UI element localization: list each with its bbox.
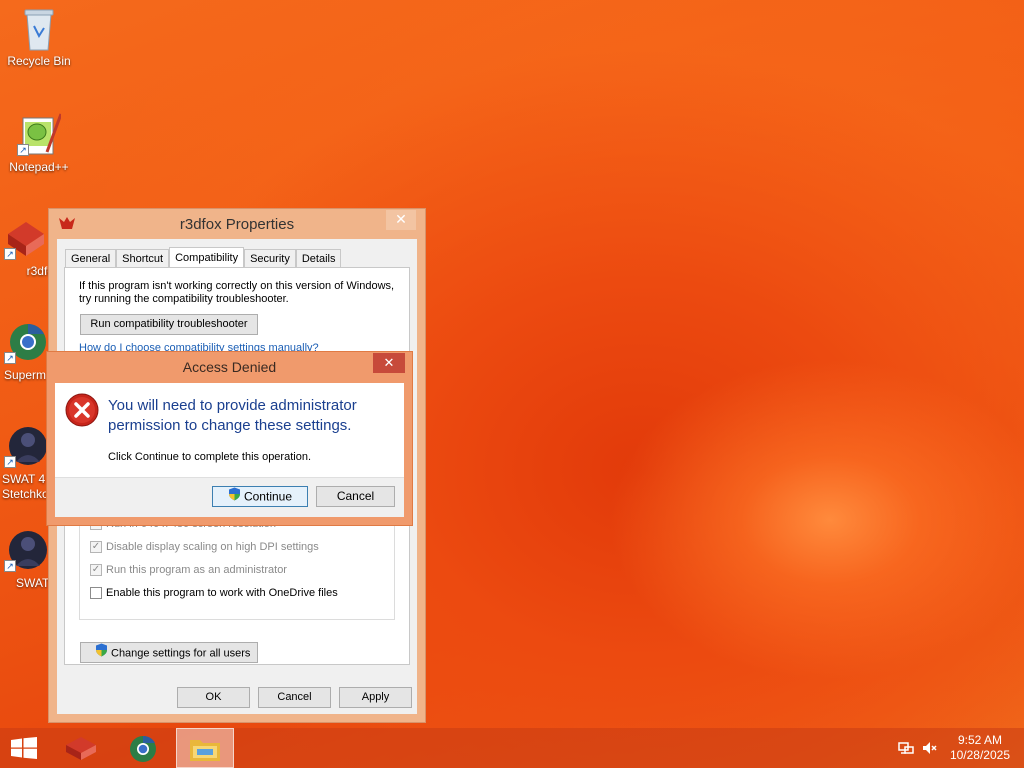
change-settings-all-users-label: Change settings for all users [111, 647, 251, 660]
taskbar: 9:52 AM 10/28/2025 [0, 728, 1024, 768]
option-onedrive-checkbox[interactable] [90, 587, 102, 599]
notepad-plus-plus-icon: ↗ [17, 112, 63, 156]
access-denied-cancel-button[interactable]: Cancel [316, 486, 395, 507]
properties-titlebar[interactable]: r3dfox Properties ✕ [49, 209, 425, 239]
close-icon: ✕ [395, 211, 407, 227]
recycle-bin-icon [17, 6, 61, 51]
properties-title: r3dfox Properties [179, 216, 295, 233]
option-onedrive[interactable]: Enable this program to work with OneDriv… [90, 587, 338, 599]
desktop-icon-label: Notepad++ [9, 160, 69, 174]
taskbar-r3dfox[interactable] [52, 728, 110, 768]
network-icon[interactable] [898, 741, 914, 758]
option-disable-dpi-scaling[interactable]: ✓ Disable display scaling on high DPI se… [90, 541, 319, 553]
tab-security[interactable]: Security [244, 249, 296, 268]
compatibility-info-text: If this program isn't working correctly … [79, 280, 395, 305]
apply-button[interactable]: Apply [339, 687, 412, 708]
tab-compatibility[interactable]: Compatibility [169, 247, 245, 268]
run-troubleshooter-button[interactable]: Run compatibility troubleshooter [80, 314, 258, 335]
option-disable-dpi-scaling-label: Disable display scaling on high DPI sett… [106, 541, 319, 553]
taskbar-file-explorer[interactable] [176, 728, 234, 768]
supermium-icon: ↗ [4, 320, 48, 364]
properties-close-button[interactable]: ✕ [386, 210, 416, 230]
option-onedrive-label: Enable this program to work with OneDriv… [106, 587, 338, 599]
uac-shield-icon [95, 643, 108, 664]
continue-button-label: Continue [243, 489, 293, 504]
swat-icon: ↗ [4, 528, 48, 572]
access-denied-title: Access Denied [182, 359, 277, 375]
r3dfox-icon [66, 737, 96, 760]
uac-shield-icon [228, 487, 241, 508]
access-denied-dialog: Access Denied ✕ You will need to provide… [46, 351, 413, 526]
taskbar-supermium[interactable] [114, 728, 172, 768]
change-settings-all-users-button[interactable]: Change settings for all users [80, 642, 258, 663]
properties-tab-strip: General Shortcut Compatibility Security … [65, 247, 342, 268]
cancel-button[interactable]: Cancel [258, 687, 331, 708]
close-icon: ✕ [383, 355, 395, 370]
taskbar-clock[interactable]: 9:52 AM 10/28/2025 [950, 733, 1010, 763]
access-denied-client-area: You will need to provide administrator p… [55, 383, 404, 517]
swat-4-icon: ↗ [4, 424, 48, 468]
tab-shortcut[interactable]: Shortcut [116, 249, 170, 268]
desktop-icon-label: Recycle Bin [7, 54, 71, 68]
ok-button[interactable]: OK [177, 687, 250, 708]
shortcut-arrow-icon: ↗ [4, 352, 16, 364]
folder-icon [190, 740, 220, 761]
access-denied-sub-instruction: Click Continue to complete this operatio… [108, 451, 311, 463]
volume-muted-icon[interactable] [922, 741, 938, 758]
access-denied-footer: Continue Cancel [55, 477, 404, 517]
option-run-as-admin-label: Run this program as an administrator [106, 564, 287, 576]
access-denied-close-button[interactable]: ✕ [373, 353, 405, 373]
option-run-as-admin[interactable]: ✓ Run this program as an administrator [90, 564, 287, 576]
desktop-icon-recycle-bin[interactable]: Recycle Bin [1, 6, 77, 68]
clock-date: 10/28/2025 [949, 748, 1010, 762]
shortcut-arrow-icon: ↗ [4, 248, 16, 260]
error-icon [65, 393, 99, 430]
shortcut-arrow-icon: ↗ [4, 560, 16, 572]
start-button[interactable] [0, 728, 48, 768]
access-denied-main-instruction: You will need to provide administrator p… [108, 397, 357, 434]
supermium-icon [130, 735, 156, 762]
option-disable-dpi-scaling-checkbox[interactable]: ✓ [90, 541, 102, 553]
tab-general[interactable]: General [65, 249, 117, 268]
clock-time: 9:52 AM [957, 733, 1002, 747]
shortcut-arrow-icon: ↗ [17, 144, 29, 156]
shortcut-arrow-icon: ↗ [4, 456, 16, 468]
option-run-as-admin-checkbox[interactable]: ✓ [90, 564, 102, 576]
windows-logo-icon [11, 737, 37, 759]
desktop-icon-notepad-plus-plus[interactable]: ↗ Notepad++ [1, 112, 77, 174]
settings-group-box: Run in 640 x 480 screen resolution ✓ Dis… [79, 518, 395, 620]
r3dfox-icon: ↗ [4, 216, 48, 260]
continue-button[interactable]: Continue [212, 486, 308, 507]
tab-details[interactable]: Details [295, 249, 342, 268]
